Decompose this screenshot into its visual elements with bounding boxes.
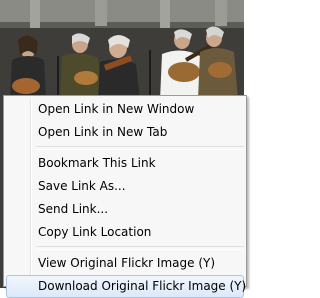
menu-item-save-link-as[interactable]: Save Link As... bbox=[6, 175, 244, 198]
menu-item-copy-link-location[interactable]: Copy Link Location bbox=[6, 221, 244, 244]
menu-item-send-link[interactable]: Send Link... bbox=[6, 198, 244, 221]
menu-item-open-new-tab[interactable]: Open Link in New Tab bbox=[6, 121, 244, 144]
menu-item-view-original-flickr[interactable]: View Original Flickr Image (Y) bbox=[6, 252, 244, 275]
context-menu: Open Link in New Window Open Link in New… bbox=[3, 95, 247, 298]
menu-item-bookmark-link[interactable]: Bookmark This Link bbox=[6, 152, 244, 175]
menu-item-open-new-window[interactable]: Open Link in New Window bbox=[6, 98, 244, 121]
menu-item-download-original-flickr[interactable]: Download Original Flickr Image (Y) bbox=[6, 275, 246, 298]
menu-separator bbox=[36, 146, 244, 150]
menu-separator bbox=[36, 246, 244, 250]
